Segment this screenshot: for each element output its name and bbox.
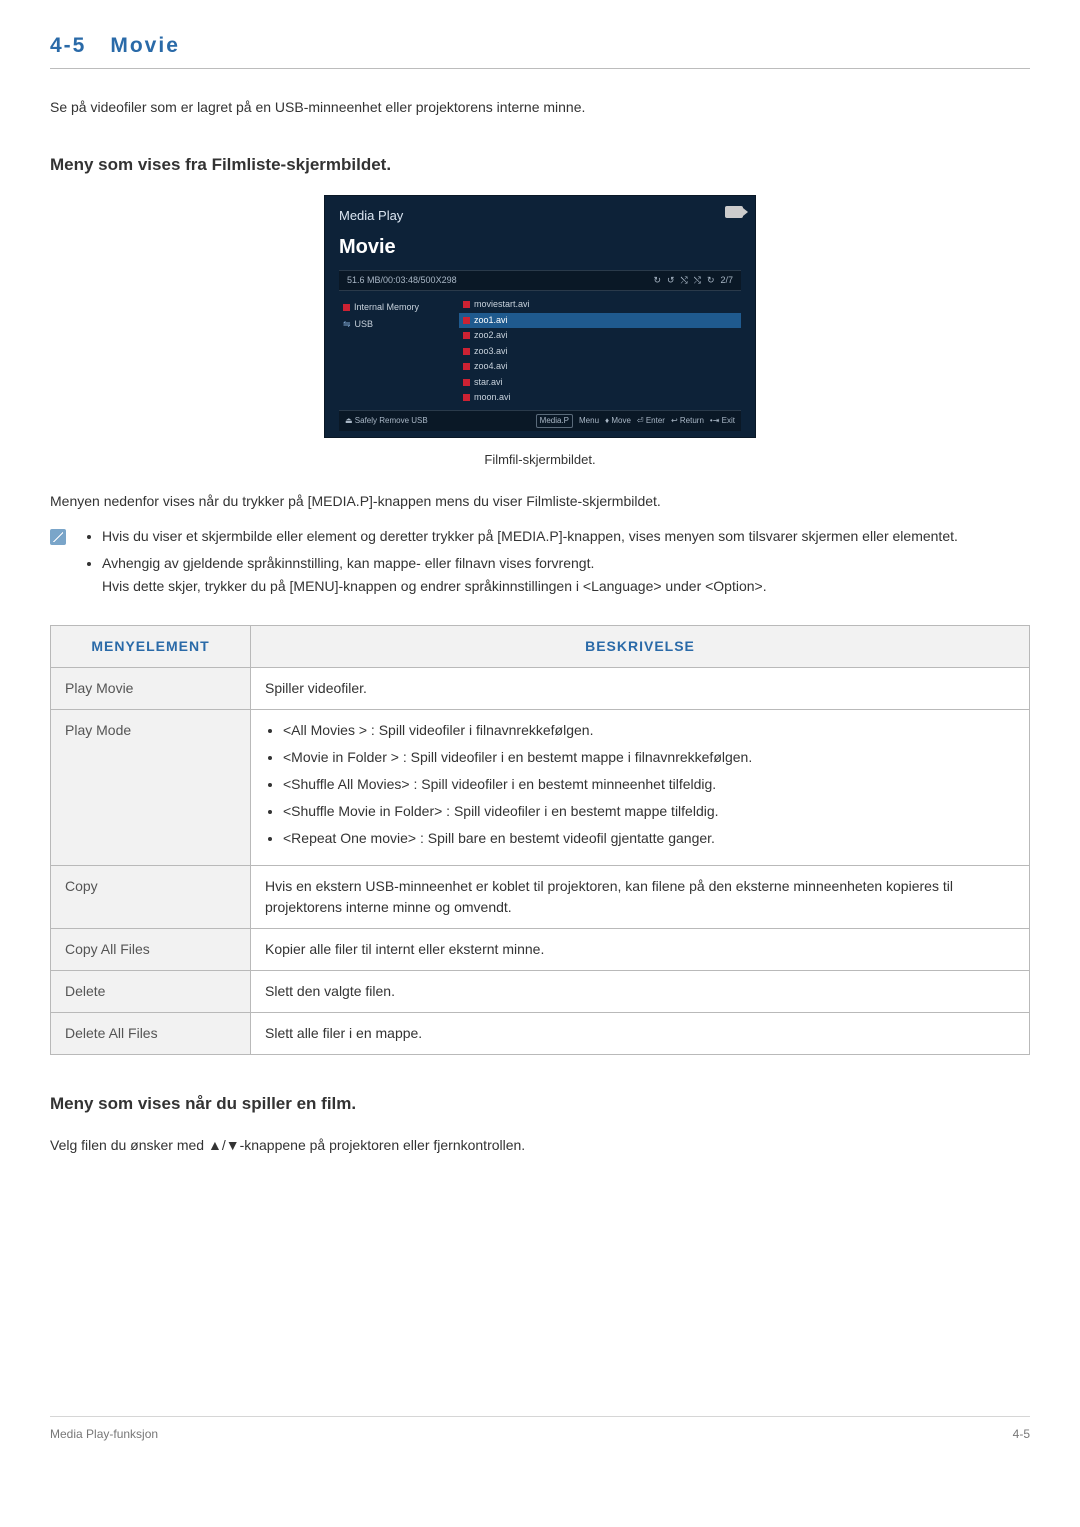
safely-remove-text: Safely Remove USB [355,416,428,425]
media-file-list: moviestart.avi zoo1.avi zoo2.avi zoo3.av… [459,297,741,406]
cell-name: Delete [51,971,251,1013]
cell-name: Copy [51,866,251,929]
note-icon [50,529,66,545]
foot-return: ↩ Return [671,415,704,427]
cell-desc: <All Movies > : Spill videofiler i filna… [251,710,1030,866]
footer-left: Media Play-funksjon [50,1425,158,1443]
cell-desc: Slett alle filer i en mappe. [251,1013,1030,1055]
footer-right: 4-5 [1013,1425,1030,1443]
playmode-opt: <All Movies > : Spill videofiler i filna… [283,720,1015,741]
playmode-opt: <Movie in Folder > : Spill videofiler i … [283,747,1015,768]
table-row: Play Mode <All Movies > : Spill videofil… [51,710,1030,866]
media-status-bar: 51.6 MB/00:03:48/500X298 ↻ ↺ ⤭ ⤭ ↻ 2/7 [339,270,741,292]
mediap-tag: Media.P [536,414,573,428]
shuffle-icon-2: ⤭ [694,274,701,288]
shuffle-icon-1: ⤭ [681,274,688,288]
media-subtitle: Movie [339,232,741,262]
status-left: 51.6 MB/00:03:48/500X298 [347,274,457,288]
menu-table: MENYELEMENT BESKRIVELSE Play Movie Spill… [50,625,1030,1055]
internal-memory-label: Internal Memory [354,301,419,315]
file-icon [463,317,470,324]
camera-icon [725,206,743,218]
cell-name: Play Movie [51,668,251,710]
table-row: Copy Hvis en ekstern USB-minneenhet er k… [51,866,1030,929]
cell-name: Delete All Files [51,1013,251,1055]
file-name: zoo2.avi [474,329,508,343]
table-header-element: MENYELEMENT [51,626,251,668]
table-header-description: BESKRIVELSE [251,626,1030,668]
foot-move: ♦ Move [605,415,631,427]
file-icon [463,363,470,370]
note-list: Hvis du viser et skjermbilde eller eleme… [76,526,958,603]
foot-exit-text: Exit [722,416,735,425]
intro-text: Se på videofiler som er lagret på en USB… [50,97,1030,118]
paragraph-2: Velg filen du ønsker med ▲/▼-knappene på… [50,1135,1030,1156]
table-row: Copy All Files Kopier alle filer til int… [51,929,1030,971]
foot-return-text: Return [680,416,704,425]
section-title: 4-5 Movie [50,30,1030,69]
subheading-1: Meny som vises fra Filmliste-skjermbilde… [50,152,1030,178]
foot-enter-text: Enter [646,416,665,425]
note-item-2b: Hvis dette skjer, trykker du på [MENU]-k… [102,576,958,597]
file-icon [463,379,470,386]
foot-enter: ⏎ Enter [637,415,665,427]
file-name: zoo3.avi [474,345,508,359]
cell-desc: Spiller videofiler. [251,668,1030,710]
foot-exit: •⇥ Exit [710,415,735,427]
file-icon [463,301,470,308]
file-name: star.avi [474,376,503,390]
cell-name: Copy All Files [51,929,251,971]
cell-name: Play Mode [51,710,251,866]
figure-caption: Filmfil-skjermbildet. [50,450,1030,470]
media-source-list: Internal Memory ⇋ USB [339,297,459,406]
playmode-opt: <Shuffle Movie in Folder> : Spill videof… [283,801,1015,822]
file-name: zoo1.avi [474,314,508,328]
file-icon [463,394,470,401]
note-block: Hvis du viser et skjermbilde eller eleme… [50,526,1030,603]
section-number: 4-5 [50,34,86,57]
shuffle-repeat-icon: ↻ [707,274,715,288]
section-name: Movie [110,34,180,57]
subheading-2: Meny som vises når du spiller en film. [50,1091,1030,1117]
usb-label: USB [355,318,374,332]
usb-icon: ⇋ [343,318,351,332]
note-item-2a: Avhengig av gjeldende språkinnstilling, … [102,555,594,571]
square-icon [343,304,350,311]
file-name: moon.avi [474,391,511,405]
menu-paragraph: Menyen nedenfor vises når du trykker på … [50,491,1030,512]
media-foot-bar: ⏏ Safely Remove USB Media.P Menu ♦ Move … [339,410,741,431]
media-play-screenshot: Media Play Movie 51.6 MB/00:03:48/500X29… [324,195,756,438]
safely-remove-label: ⏏ Safely Remove USB [345,415,428,427]
file-name: zoo4.avi [474,360,508,374]
table-row: Delete All Files Slett alle filer i en m… [51,1013,1030,1055]
note-item-1: Hvis du viser et skjermbilde eller eleme… [102,526,958,547]
playmode-opt: <Shuffle All Movies> : Spill videofiler … [283,774,1015,795]
file-icon [463,332,470,339]
foot-move-text: Move [611,416,631,425]
cell-desc: Kopier alle filer til internt eller ekst… [251,929,1030,971]
repeat-one-icon: ↻ [653,274,661,288]
page-footer: Media Play-funksjon 4-5 [50,1416,1030,1443]
playmode-opt: <Repeat One movie> : Spill bare en beste… [283,828,1015,849]
media-title: Media Play [339,206,741,226]
note-item-2: Avhengig av gjeldende språkinnstilling, … [102,553,958,597]
media-play-figure: Media Play Movie 51.6 MB/00:03:48/500X29… [50,195,1030,469]
table-row: Play Movie Spiller videofiler. [51,668,1030,710]
foot-menu: Menu [579,415,599,427]
file-icon [463,348,470,355]
cell-desc: Slett den valgte filen. [251,971,1030,1013]
table-row: Delete Slett den valgte filen. [51,971,1030,1013]
cell-desc: Hvis en ekstern USB-minneenhet er koblet… [251,866,1030,929]
repeat-all-icon: ↺ [667,274,675,288]
file-name: moviestart.avi [474,298,530,312]
status-count: 2/7 [720,274,733,288]
